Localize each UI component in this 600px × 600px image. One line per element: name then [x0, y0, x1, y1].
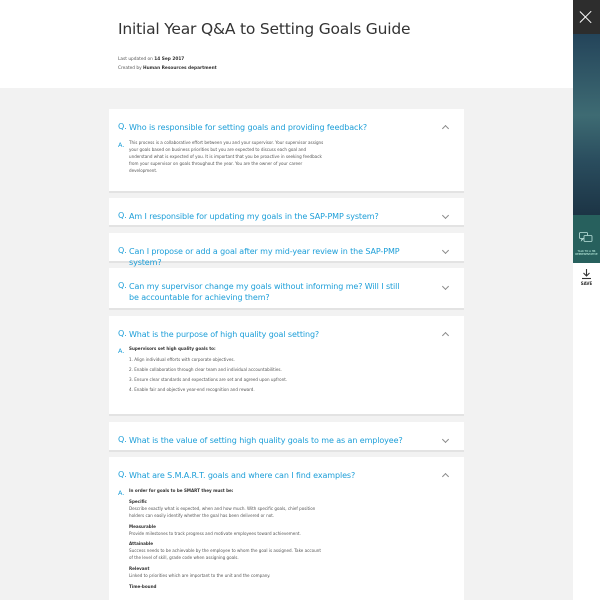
- faq-answer-body: Supervisors set high quality goals to: 1…: [129, 346, 349, 397]
- faq-answer-text: This process is a collaborative effort b…: [129, 140, 324, 173]
- answer-list-item: 2. Enable collaboration through clear te…: [129, 366, 282, 372]
- updated-value: 14 Sep 2017: [154, 57, 185, 62]
- faq-question[interactable]: What is the value of setting high qualit…: [129, 435, 419, 446]
- faq-item-value[interactable]: Q. What is the value of setting high qua…: [109, 422, 464, 452]
- question-marker: Q.: [118, 329, 127, 338]
- faq-item-purpose: Q. What is the purpose of high quality g…: [109, 316, 464, 416]
- created-label: Created by: [118, 65, 142, 71]
- answer-list-item: 3. Ensure clear standards and expectatio…: [129, 376, 288, 382]
- chevron-down-icon[interactable]: [441, 211, 450, 220]
- answer-marker: A.: [118, 141, 125, 149]
- question-marker: Q.: [118, 470, 127, 479]
- chat-label: TALK TO A HR REPRESENTATIVE: [575, 250, 598, 256]
- faq-item-supervisor-change[interactable]: Q. Can my supervisor change my goals wit…: [109, 268, 464, 310]
- sidebar-hero: [573, 0, 600, 215]
- updated-label: Last updated on: [118, 57, 153, 62]
- chat-icon: [579, 232, 593, 242]
- faq-question[interactable]: What is the purpose of high quality goal…: [129, 329, 419, 340]
- faq-item-responsibility: Q. Who is responsible for setting goals …: [109, 109, 464, 193]
- smart-heading: Relevant: [129, 566, 150, 572]
- created-value: Human Resources department: [143, 65, 217, 71]
- question-marker: Q.: [118, 435, 127, 444]
- close-icon[interactable]: [579, 10, 593, 24]
- chevron-up-icon[interactable]: [441, 472, 450, 481]
- answer-lead: In order for goals to be SMART they must…: [129, 488, 234, 493]
- faq-answer-body: In order for goals to be SMART they must…: [129, 488, 324, 591]
- smart-heading: Specific: [129, 498, 147, 504]
- faq-question[interactable]: What are S.M.A.R.T. goals and where can …: [129, 470, 419, 481]
- answer-marker: A.: [118, 347, 125, 355]
- faq-question[interactable]: Can I propose or add a goal after my mid…: [129, 246, 419, 268]
- faq-question-row[interactable]: Q. What are S.M.A.R.T. goals and where c…: [109, 470, 464, 481]
- faq-answer: A. Supervisors set high quality goals to…: [109, 346, 464, 397]
- smart-text: Provide milestones to track progress and…: [129, 530, 301, 536]
- right-sidebar: TALK TO A HR REPRESENTATIVE SAVE: [573, 0, 600, 600]
- faq-question[interactable]: Can my supervisor change my goals withou…: [129, 281, 409, 303]
- question-marker: Q.: [118, 246, 127, 255]
- answer-lead: Supervisors set high quality goals to:: [129, 346, 216, 351]
- chevron-up-icon[interactable]: [441, 124, 450, 133]
- chat-button[interactable]: TALK TO A HR REPRESENTATIVE: [573, 215, 600, 263]
- sidebar-hero-image: [573, 34, 600, 215]
- faq-question-row[interactable]: Q. What is the value of setting high qua…: [109, 435, 464, 446]
- chevron-down-icon[interactable]: [441, 246, 450, 255]
- document-meta: Last updated on 14 Sep 2017 Created by H…: [118, 56, 573, 73]
- page-title: Initial Year Q&A to Setting Goals Guide: [118, 20, 411, 38]
- answer-list-item: 1. Align individual efforts with corpora…: [129, 356, 235, 362]
- question-marker: Q.: [118, 211, 127, 220]
- faq-item-updating-goals[interactable]: Q. Am I responsible for updating my goal…: [109, 198, 464, 227]
- document-header: Initial Year Q&A to Setting Goals Guide …: [0, 0, 573, 88]
- chevron-down-icon[interactable]: [441, 282, 450, 291]
- smart-text: Linked to priorities which are important…: [129, 573, 271, 579]
- smart-text: Success needs to be achievable by the em…: [129, 548, 321, 561]
- close-button[interactable]: [573, 0, 600, 34]
- faq-answer: A. This process is a collaborative effor…: [109, 140, 464, 175]
- smart-text: Describe exactly what is expected, when …: [129, 505, 316, 518]
- faq-item-smart-goals: Q. What are S.M.A.R.T. goals and where c…: [109, 457, 464, 600]
- answer-marker: A.: [118, 489, 125, 497]
- download-icon: [582, 269, 591, 280]
- faq-question[interactable]: Am I responsible for updating my goals i…: [129, 211, 419, 222]
- document-panel: Initial Year Q&A to Setting Goals Guide …: [0, 0, 573, 600]
- smart-heading: Time-bound: [129, 583, 157, 589]
- faq-question-row[interactable]: Q. Can my supervisor change my goals wit…: [109, 281, 464, 303]
- chevron-down-icon[interactable]: [441, 435, 450, 444]
- save-button[interactable]: SAVE: [573, 263, 600, 295]
- save-label: SAVE: [580, 281, 593, 286]
- faq-question-row[interactable]: Q. What is the purpose of high quality g…: [109, 329, 464, 340]
- faq-question-row[interactable]: Q. Am I responsible for updating my goal…: [109, 211, 464, 222]
- chevron-up-icon[interactable]: [441, 331, 450, 340]
- smart-heading: Measurable: [129, 523, 156, 529]
- faq-question-row[interactable]: Q. Can I propose or add a goal after my …: [109, 246, 464, 268]
- smart-heading: Attainable: [129, 541, 154, 547]
- question-marker: Q.: [118, 122, 127, 131]
- faq-answer: A. In order for goals to be SMART they m…: [109, 488, 464, 591]
- answer-list-item: 4. Enable fair and objective year-end re…: [129, 386, 255, 392]
- faq-item-propose-goal[interactable]: Q. Can I propose or add a goal after my …: [109, 233, 464, 267]
- question-marker: Q.: [118, 281, 127, 290]
- faq-question-row[interactable]: Q. Who is responsible for setting goals …: [109, 122, 464, 133]
- faq-question[interactable]: Who is responsible for setting goals and…: [129, 122, 419, 133]
